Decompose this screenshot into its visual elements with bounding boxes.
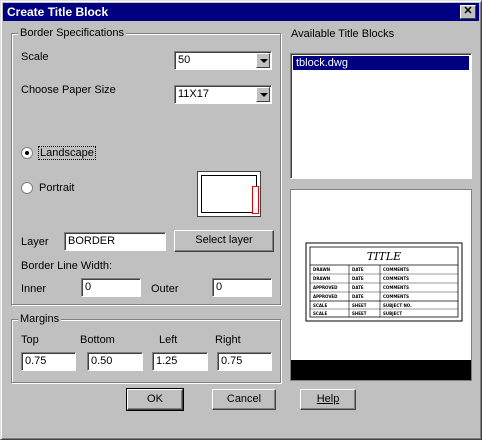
paper-size-label: Choose Paper Size — [21, 84, 116, 96]
landscape-radio[interactable] — [21, 147, 33, 159]
border-line-width-label: Border Line Width: — [21, 260, 113, 272]
preview-cell: SCALE — [313, 311, 327, 316]
preview-cell: SCALE — [313, 303, 327, 308]
preview-cell: APPROVED — [313, 285, 338, 290]
paper-size-combo[interactable]: 11X17 — [174, 85, 272, 104]
margin-left-label: Left — [159, 334, 178, 346]
preview-cell: COMMENTS — [383, 285, 409, 290]
inner-width-field[interactable]: 0 — [81, 278, 141, 297]
create-title-block-dialog: Create Title Block ✕ Border Specificatio… — [0, 0, 482, 440]
preview-cell: DRAWN — [313, 276, 330, 281]
outer-width-field[interactable]: 0 — [212, 278, 272, 297]
cancel-button[interactable]: Cancel — [212, 389, 276, 410]
outer-label: Outer — [151, 283, 179, 295]
available-title-blocks-label: Available Title Blocks — [291, 28, 395, 40]
landscape-label[interactable]: Landscape — [38, 146, 96, 160]
preview-cell: APPROVED — [313, 294, 338, 299]
margin-bottom-field[interactable]: 0.50 — [87, 352, 143, 371]
preview-bottom-bar — [291, 360, 471, 380]
scale-combo[interactable]: 50 — [174, 51, 272, 70]
portrait-label[interactable]: Portrait — [39, 182, 74, 194]
margin-left-field[interactable]: 1.25 — [152, 352, 208, 371]
title-block-preview: TITLE DRAWN DATE COMMENTS DRAWN DATE COM… — [290, 189, 472, 381]
preview-cell: DATE — [352, 276, 364, 281]
title-block-marker — [252, 186, 259, 214]
preview-cell: SUBJECT — [383, 311, 402, 316]
preview-cell: SHEET — [352, 311, 367, 316]
layer-label: Layer — [21, 236, 49, 248]
margins-group: Margins — [11, 313, 281, 383]
preview-title: TITLE — [367, 250, 401, 263]
preview-cell: DATE — [352, 267, 364, 272]
margin-right-label: Right — [215, 334, 241, 346]
preview-cell: COMMENTS — [383, 294, 409, 299]
margin-top-label: Top — [21, 334, 39, 346]
list-item[interactable]: tblock.dwg — [293, 56, 469, 70]
margin-right-field[interactable]: 0.75 — [217, 352, 272, 371]
paper-orientation-preview — [197, 171, 261, 217]
margin-top-field[interactable]: 0.75 — [21, 352, 76, 371]
select-layer-button[interactable]: Select layer — [174, 230, 274, 252]
dialog-title: Create Title Block — [7, 5, 109, 19]
paper-size-value: 11X17 — [178, 88, 209, 100]
preview-cell: SUBJECT NO. — [383, 303, 412, 308]
preview-cell: DRAWN — [313, 267, 330, 272]
scale-label: Scale — [21, 51, 49, 63]
preview-cell: SHEET — [352, 303, 367, 308]
margins-label: Margins — [18, 313, 62, 325]
chevron-down-icon[interactable] — [256, 53, 270, 68]
portrait-radio[interactable] — [21, 182, 33, 194]
close-button[interactable]: ✕ — [460, 5, 476, 19]
scale-value: 50 — [178, 54, 191, 66]
help-button[interactable]: Help — [300, 389, 356, 410]
help-button-label: Help — [316, 393, 340, 405]
title-block-drawing: TITLE DRAWN DATE COMMENTS DRAWN DATE COM… — [305, 242, 463, 322]
title-block-list[interactable]: tblock.dwg — [290, 53, 472, 179]
preview-cell: DATE — [352, 285, 364, 290]
inner-label: Inner — [21, 283, 47, 295]
preview-cell: COMMENTS — [383, 276, 409, 281]
layer-field[interactable]: BORDER — [64, 232, 166, 251]
preview-cell: DATE — [352, 294, 364, 299]
preview-cell: COMMENTS — [383, 267, 409, 272]
border-specifications-label: Border Specifications — [18, 27, 126, 39]
title-bar: Create Title Block ✕ — [3, 3, 479, 21]
paper-inner-border — [201, 175, 257, 213]
ok-button[interactable]: OK — [126, 388, 184, 411]
margin-bottom-label: Bottom — [80, 334, 115, 346]
chevron-down-icon[interactable] — [256, 87, 270, 102]
